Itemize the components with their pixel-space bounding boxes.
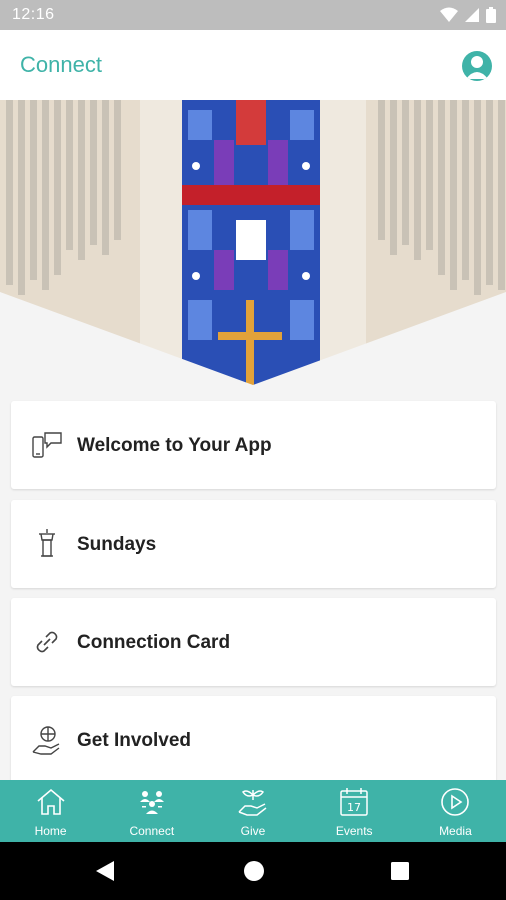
people-icon [139,791,164,814]
app-bar: Connect [0,30,506,100]
battery-icon [486,7,496,23]
bottom-nav: Home Connect Give 17 Events Media [0,780,506,842]
profile-icon[interactable] [462,51,492,81]
nav-label: Home [34,824,67,838]
card-label: Get Involved [77,730,192,751]
page-title: Connect [20,52,102,77]
wifi-icon [440,7,458,22]
card-sundays[interactable]: Sundays [11,500,496,588]
card-get-involved[interactable]: Get Involved [11,696,496,784]
status-bar: 12:16 [0,0,506,30]
nav-label: Events [335,824,373,838]
nav-give[interactable]: Give [202,780,303,842]
signal-icon [465,8,479,22]
nav-label: Give [240,824,266,838]
pulpit-icon [39,529,55,557]
calendar-date: 17 [347,801,361,814]
card-welcome[interactable]: Welcome to Your App [11,401,496,489]
recents-icon[interactable] [390,861,410,881]
home-icon [37,788,65,815]
card-label: Welcome to Your App [77,435,272,456]
home-button-icon[interactable] [243,860,265,882]
play-icon [441,788,470,816]
card-label: Connection Card [77,632,231,653]
back-icon[interactable] [94,859,116,883]
globe-hand-icon [32,726,60,755]
link-icon [36,631,58,653]
nav-label: Connect [129,824,175,838]
system-nav-bar [0,842,506,900]
give-hand-icon [238,790,267,816]
nav-connect[interactable]: Connect [101,780,202,842]
nav-home[interactable]: Home [0,780,101,842]
nav-events[interactable]: 17 Events [304,780,405,842]
status-time: 12:16 [12,6,55,23]
chat-devices-icon [32,432,62,458]
card-connection[interactable]: Connection Card [11,598,496,686]
nav-media[interactable]: Media [405,780,506,842]
hero-image [0,100,506,385]
calendar-icon: 17 [340,788,368,816]
card-label: Sundays [77,534,157,555]
nav-label: Media [439,824,472,838]
